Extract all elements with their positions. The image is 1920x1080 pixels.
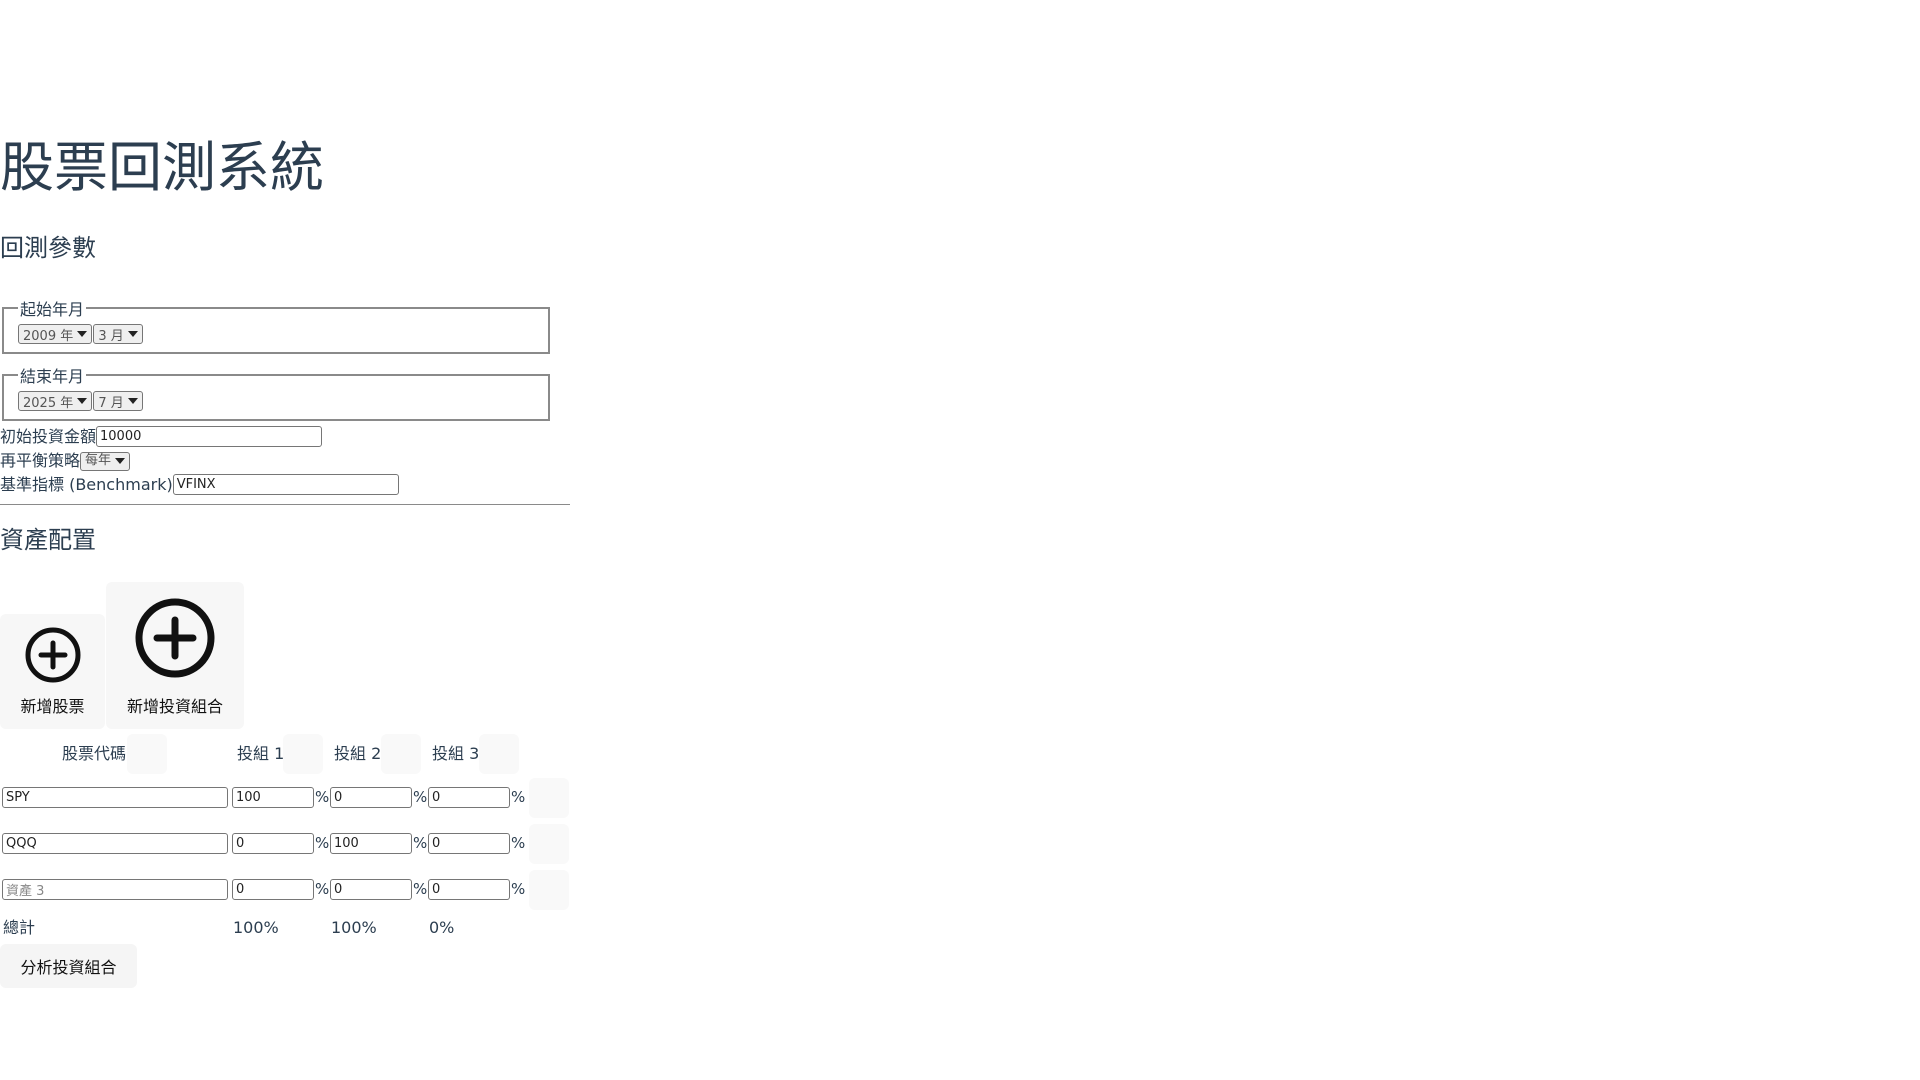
header-ticker: 股票代碼 (62, 744, 127, 763)
percent-sign: % (511, 880, 526, 898)
percent-sign: % (511, 834, 526, 852)
params-section-title: 回測參數 (0, 234, 96, 262)
weight-input-1-p3[interactable]: 0 (428, 787, 510, 808)
total-label: 總計 (3, 918, 36, 937)
add-portfolio-button[interactable]: 新增投資組合 (106, 582, 244, 729)
initial-amount-label: 初始投資金額 (0, 426, 97, 446)
remove-row-button-3[interactable] (529, 870, 569, 910)
weight-input-2-p1[interactable]: 0 (232, 833, 314, 854)
total-portfolio-3: 0% (429, 918, 455, 937)
percent-sign: % (413, 880, 428, 898)
total-portfolio-2: 100% (331, 918, 377, 937)
page-title: 股票回測系統 (0, 136, 324, 199)
plus-circle-icon (25, 627, 80, 683)
remove-row-button-1[interactable] (529, 778, 569, 818)
benchmark-label: 基準指標 (Benchmark) (0, 474, 173, 494)
header-ticker-sort-button[interactable] (127, 734, 167, 774)
plus-circle-icon (135, 598, 215, 678)
rebalance-label: 再平衡策略 (0, 451, 81, 470)
chevron-down-icon (127, 331, 138, 337)
header-portfolio-2-remove-button[interactable] (381, 734, 421, 774)
section-divider (0, 504, 570, 505)
percent-sign: % (315, 880, 330, 898)
ticker-input-3[interactable]: 資產 3 (2, 879, 228, 900)
end-year-value: 2025 年 (23, 395, 74, 411)
ticker-input-2[interactable]: QQQ (2, 833, 228, 854)
initial-amount-input[interactable]: 10000 (96, 426, 323, 447)
end-date-legend: 結束年月 (20, 367, 85, 386)
weight-input-1-p2[interactable]: 0 (330, 787, 412, 808)
page: 股票回測系統 回測參數 起始年月 2009 年 3 月 結束年月 2025 年 … (0, 0, 1920, 1080)
header-portfolio-1-remove-button[interactable] (283, 734, 323, 774)
end-date-group: 結束年月 2025 年 7 月 (2, 363, 550, 421)
percent-sign: % (315, 788, 330, 806)
start-month-value: 3 月 (98, 328, 124, 344)
rebalance-value: 每年 (85, 453, 112, 468)
chevron-down-icon (77, 398, 88, 404)
remove-row-button-2[interactable] (529, 824, 569, 864)
start-month-select[interactable]: 3 月 (93, 324, 143, 344)
chevron-down-icon (127, 398, 138, 404)
add-stock-label: 新增股票 (20, 697, 85, 716)
header-portfolio-3-remove-button[interactable] (479, 734, 519, 774)
end-month-value: 7 月 (98, 395, 124, 411)
start-year-select[interactable]: 2009 年 (18, 324, 93, 344)
benchmark-input[interactable]: VFINX (172, 474, 399, 495)
ticker-input-1[interactable]: SPY (2, 787, 228, 808)
weight-input-2-p2[interactable]: 100 (330, 833, 412, 854)
header-portfolio-2: 投組 2 (334, 744, 382, 763)
weight-input-3-p2[interactable]: 0 (330, 879, 412, 900)
start-date-group: 起始年月 2009 年 3 月 (2, 296, 550, 354)
total-portfolio-1: 100% (233, 918, 279, 937)
weight-input-1-p1[interactable]: 100 (232, 787, 314, 808)
weight-input-3-p3[interactable]: 0 (428, 879, 510, 900)
header-portfolio-1: 投組 1 (237, 744, 285, 763)
rebalance-select[interactable]: 每年 (80, 451, 131, 471)
percent-sign: % (413, 834, 428, 852)
end-month-select[interactable]: 7 月 (93, 391, 143, 411)
weight-input-3-p1[interactable]: 0 (232, 879, 314, 900)
chevron-down-icon (77, 331, 88, 337)
percent-sign: % (511, 788, 526, 806)
rebalance-row: 再平衡策略 每年 (0, 451, 131, 471)
analyze-portfolio-button[interactable]: 分析投資組合 (0, 944, 137, 988)
weight-input-2-p3[interactable]: 0 (428, 833, 510, 854)
initial-amount-row: 初始投資金額 10000 (0, 426, 323, 447)
add-portfolio-label: 新增投資組合 (126, 697, 223, 716)
start-date-legend: 起始年月 (20, 300, 85, 319)
start-year-value: 2009 年 (23, 328, 74, 344)
allocation-section-title: 資產配置 (0, 526, 96, 554)
percent-sign: % (413, 788, 428, 806)
chevron-down-icon (115, 458, 126, 464)
percent-sign: % (315, 834, 330, 852)
add-stock-button[interactable]: 新增股票 (0, 614, 105, 729)
benchmark-row: 基準指標 (Benchmark) VFINX (0, 474, 399, 495)
header-portfolio-3: 投組 3 (432, 744, 480, 763)
end-year-select[interactable]: 2025 年 (18, 391, 93, 411)
